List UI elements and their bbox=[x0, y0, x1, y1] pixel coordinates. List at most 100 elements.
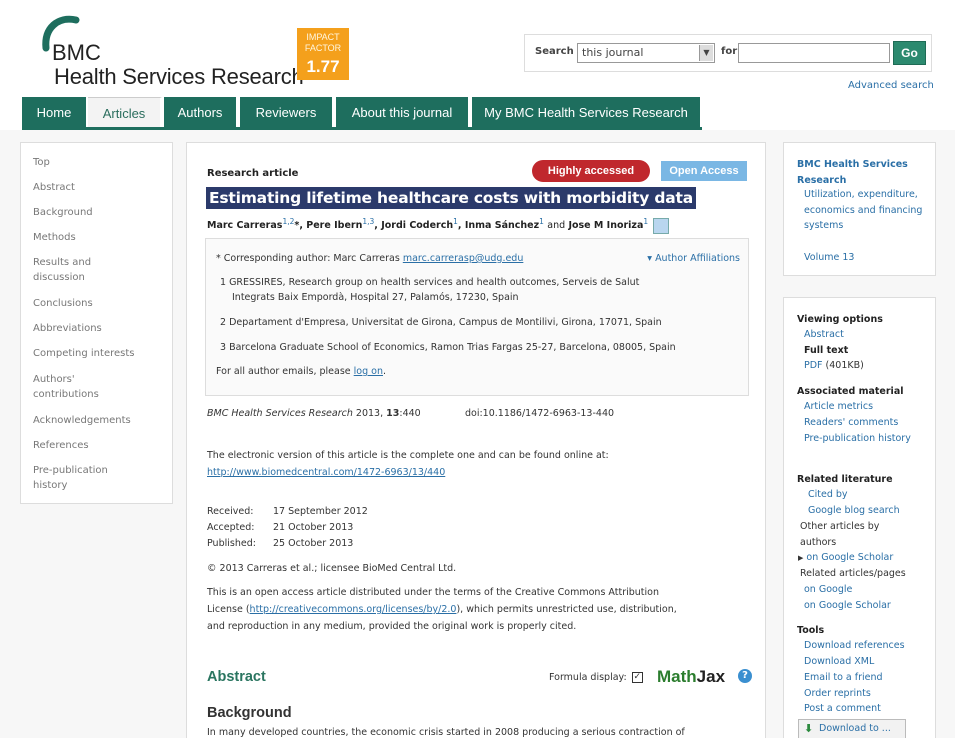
date-received: Received: 17 September 2012 bbox=[207, 506, 368, 517]
sidebar-item-contributions[interactable]: Authors' contributions bbox=[33, 372, 113, 402]
article-tools-box: Viewing options Abstract Full text PDF (… bbox=[783, 297, 936, 738]
tab-my-journal[interactable]: My BMC Health Services Research bbox=[472, 97, 702, 129]
sidebar-item-abstract[interactable]: Abstract bbox=[33, 180, 168, 195]
formula-display-toggle[interactable]: Formula display: ✓ bbox=[549, 672, 645, 683]
copyright: © 2013 Carreras et al.; licensee BioMed … bbox=[207, 563, 457, 574]
journal-section-box: BMC Health Services Research Utilization… bbox=[783, 142, 936, 276]
impact-factor-badge[interactable]: IMPACT FACTOR 1.77 bbox=[297, 28, 349, 80]
journal-link[interactable]: BMC Health Services Research bbox=[797, 157, 927, 188]
author-sup[interactable]: 1 bbox=[643, 217, 648, 226]
download-to-button[interactable]: ⬇ Download to ... bbox=[798, 719, 906, 738]
advanced-search-link[interactable]: Advanced search bbox=[848, 80, 934, 91]
author-name[interactable]: Pere Ibern bbox=[306, 220, 362, 231]
highly-accessed-badge[interactable]: Highly accessed bbox=[532, 160, 650, 182]
article-dates: Received: 17 September 2012 Accepted: 21 O… bbox=[207, 504, 368, 552]
tab-about[interactable]: About this journal bbox=[336, 97, 470, 129]
view-abstract-link[interactable]: Abstract bbox=[804, 327, 844, 343]
affiliation-1b: Integrats Baix Empordà, Hospital 27, Pal… bbox=[232, 292, 519, 303]
search-label: Search bbox=[535, 46, 574, 57]
email-friend-link[interactable]: Email to a friend bbox=[804, 670, 883, 686]
doi: doi:10.1186/1472-6963-13-440 bbox=[465, 408, 615, 419]
cited-by-link[interactable]: Cited by bbox=[808, 487, 848, 503]
pdf-link-row[interactable]: PDF (401KB) bbox=[804, 358, 864, 374]
corresponding-author: * Corresponding author: Marc Carreras ma… bbox=[216, 253, 524, 264]
author-emails-note: For all author emails, please log on. bbox=[216, 366, 387, 377]
log-on-link[interactable]: log on bbox=[354, 366, 383, 377]
logo-journal-name[interactable]: Health Services Research bbox=[54, 64, 304, 90]
sidebar-item-references[interactable]: References bbox=[33, 438, 168, 453]
background-text: In many developed countries, the economi… bbox=[207, 727, 685, 738]
date-accepted: Accepted: 21 October 2013 bbox=[207, 522, 354, 533]
readers-comments-link[interactable]: Readers' comments bbox=[804, 415, 898, 431]
search-scope-select[interactable]: this journal ▼ bbox=[577, 43, 715, 63]
volume-link[interactable]: Volume 13 bbox=[804, 250, 854, 266]
author-profile-icon[interactable] bbox=[653, 217, 670, 234]
date-published: Published: 25 October 2013 bbox=[207, 538, 354, 549]
author-sup[interactable]: 1,3 bbox=[362, 217, 374, 226]
tab-authors[interactable]: Authors bbox=[164, 97, 238, 129]
scholar-authors-link[interactable]: ▶ on Google Scholar bbox=[798, 550, 893, 567]
sidebar-item-background[interactable]: Background bbox=[33, 205, 168, 220]
affiliation-3: 3 Barcelona Graduate School of Economics… bbox=[220, 342, 676, 353]
sidebar-item-abbreviations[interactable]: Abbreviations bbox=[33, 321, 168, 336]
author-affiliations-toggle[interactable]: ▾ Author Affiliations bbox=[647, 253, 740, 264]
nav-underline bbox=[22, 127, 702, 130]
tab-articles[interactable]: Articles bbox=[88, 97, 162, 129]
sidebar-item-results[interactable]: Results and discussion bbox=[33, 255, 113, 285]
open-access-badge[interactable]: Open Access bbox=[661, 161, 747, 181]
associated-material-heading: Associated material bbox=[797, 386, 904, 397]
view-full-text: Full text bbox=[804, 345, 849, 356]
logo-bmc-text[interactable]: BMC bbox=[52, 40, 101, 66]
sidebar-item-methods[interactable]: Methods bbox=[33, 230, 168, 245]
sidebar-item-top[interactable]: Top bbox=[33, 155, 168, 170]
download-references-link[interactable]: Download references bbox=[804, 638, 905, 654]
article-type: Research article bbox=[207, 168, 299, 179]
google-blog-link[interactable]: Google blog search bbox=[808, 503, 900, 519]
triangle-right-icon: ▶ bbox=[798, 554, 804, 562]
author-name[interactable]: Jose M Inoriza bbox=[568, 220, 643, 231]
prepub-history-link[interactable]: Pre-publication history bbox=[804, 431, 914, 447]
tools-heading: Tools bbox=[797, 625, 825, 636]
order-reprints-link[interactable]: Order reprints bbox=[804, 686, 871, 702]
on-google-link[interactable]: on Google bbox=[804, 582, 852, 598]
mathjax-checkbox[interactable]: ✓ bbox=[631, 672, 643, 683]
author-sup[interactable]: 1,2 bbox=[282, 217, 294, 226]
affiliation-2: 2 Departament d'Empresa, Universitat de … bbox=[220, 317, 662, 328]
article-title: Estimating lifetime healthcare costs wit… bbox=[206, 187, 696, 209]
related-literature-heading: Related literature bbox=[797, 474, 893, 485]
article-section-nav: Top Abstract Background Methods Results … bbox=[20, 142, 173, 504]
author-name[interactable]: Jordi Coderch bbox=[381, 220, 453, 231]
article-metrics-link[interactable]: Article metrics bbox=[804, 399, 873, 415]
chevron-down-icon[interactable]: ▼ bbox=[699, 45, 713, 61]
post-comment-link[interactable]: Post a comment bbox=[804, 701, 881, 717]
section-link[interactable]: Utilization, expenditure, economics and … bbox=[804, 187, 924, 234]
article-main: Research article Highly accessed Open Ac… bbox=[186, 142, 766, 738]
tab-home[interactable]: Home bbox=[22, 97, 88, 129]
sidebar-item-acknowledgements[interactable]: Acknowledgements bbox=[33, 413, 168, 428]
author-sup[interactable]: 1 bbox=[539, 217, 544, 226]
search-input[interactable] bbox=[738, 43, 890, 63]
search-form: Search this journal ▼ for Go bbox=[524, 34, 932, 72]
sidebar-item-prepub[interactable]: Pre-publication history bbox=[33, 463, 123, 493]
citation: BMC Health Services Research 2013, 13:44… bbox=[207, 408, 421, 419]
author-name[interactable]: Inma Sánchez bbox=[465, 220, 539, 231]
license-link[interactable]: http://creativecommons.org/licenses/by/2… bbox=[250, 604, 457, 615]
author-sup[interactable]: 1 bbox=[453, 217, 458, 226]
sidebar-item-conclusions[interactable]: Conclusions bbox=[33, 296, 168, 311]
triangle-down-icon: ▾ bbox=[647, 253, 653, 264]
abstract-heading: Abstract bbox=[207, 669, 266, 685]
impact-value: 1.77 bbox=[306, 57, 340, 76]
corresponding-email-link[interactable]: marc.carrerasp@udg.edu bbox=[403, 253, 524, 264]
sidebar-item-competing[interactable]: Competing interests bbox=[33, 346, 168, 361]
tab-reviewers[interactable]: Reviewers bbox=[240, 97, 334, 129]
article-url-link[interactable]: http://www.biomedcentral.com/1472-6963/1… bbox=[207, 464, 752, 481]
go-button[interactable]: Go bbox=[893, 41, 926, 65]
affiliation-1a: 1 GRESSIRES, Research group on health se… bbox=[220, 277, 640, 288]
download-arrow-icon: ⬇ bbox=[804, 722, 814, 735]
author-name[interactable]: Marc Carreras bbox=[207, 220, 282, 231]
other-articles-label: Other articles by authors bbox=[800, 521, 880, 548]
help-icon[interactable]: ? bbox=[738, 669, 752, 683]
download-xml-link[interactable]: Download XML bbox=[804, 654, 874, 670]
on-google-scholar-link[interactable]: on Google Scholar bbox=[804, 598, 891, 614]
for-label: for bbox=[721, 46, 738, 57]
